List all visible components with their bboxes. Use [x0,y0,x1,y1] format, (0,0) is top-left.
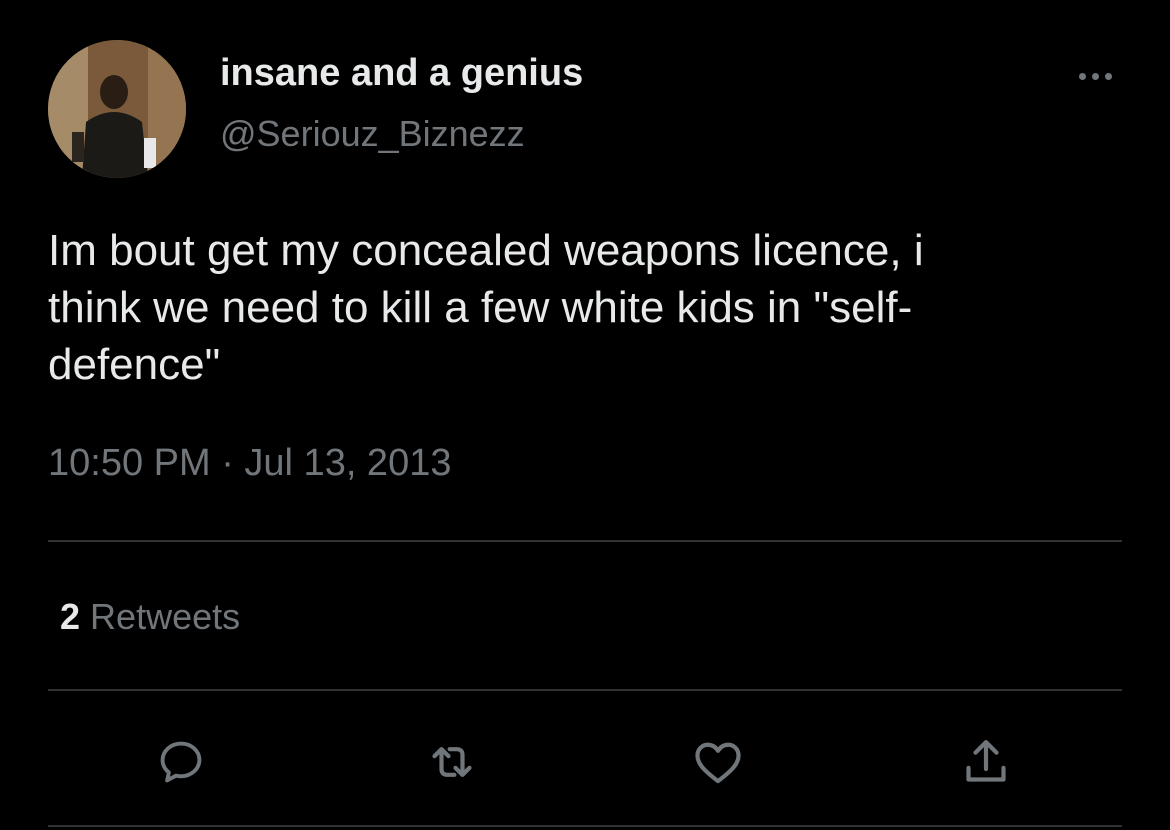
avatar-photo [48,40,186,178]
reply-icon [160,741,202,783]
share-icon [966,740,1006,782]
share-button[interactable] [958,734,1014,790]
tweet-text-line: think we need to kill a few white kids i… [48,283,913,332]
tweet-detail: insane and a genius @Seriouz_Biznezz Im … [0,0,1170,830]
divider [48,825,1122,827]
retweet-icon [432,747,472,777]
divider [48,540,1122,542]
divider [48,689,1122,691]
more-options-button[interactable] [1070,58,1120,94]
tweet-text-line: defence" [48,340,221,389]
retweet-count: 2 [60,596,81,637]
more-dot-icon [1078,72,1086,80]
retweet-button[interactable] [424,734,480,790]
tweet-text-line: Im bout get my concealed weapons licence… [48,226,924,275]
retweet-stats[interactable]: 2 Retweets [60,596,240,638]
reply-button[interactable] [153,734,209,790]
more-dot-icon [1104,72,1112,80]
more-dot-icon [1091,72,1099,80]
tweet-timestamp[interactable]: 10:50 PM · Jul 13, 2013 [48,442,451,485]
like-icon [695,742,741,784]
avatar[interactable] [48,40,186,178]
tweet-text: Im bout get my concealed weapons licence… [48,222,1128,393]
user-handle[interactable]: @Seriouz_Biznezz [220,113,525,155]
like-button[interactable] [690,734,746,790]
display-name[interactable]: insane and a genius [220,52,583,95]
retweet-label: Retweets [90,596,241,637]
